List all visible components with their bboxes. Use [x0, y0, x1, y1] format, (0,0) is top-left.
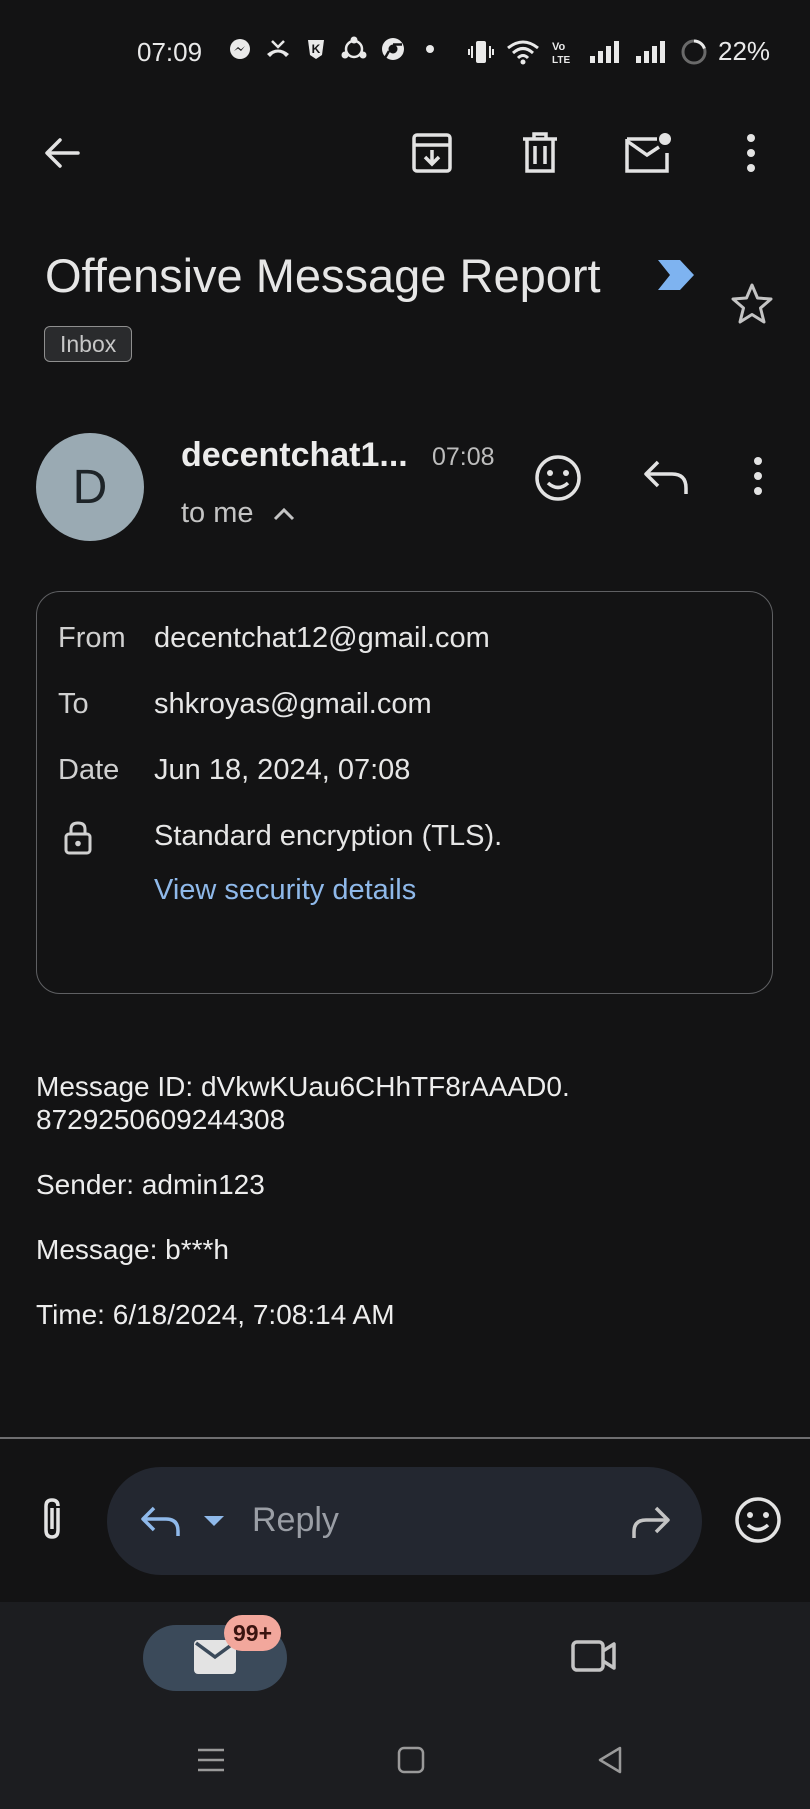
reply-placeholder[interactable]: Reply [252, 1501, 339, 1540]
mark-unread-button[interactable] [618, 123, 678, 183]
svg-text:LTE: LTE [552, 55, 570, 66]
delete-icon [523, 132, 557, 173]
forward-button[interactable] [628, 1500, 674, 1544]
status-time: 07:09 [137, 37, 203, 67]
label-chip-inbox[interactable]: Inbox [44, 326, 133, 362]
svg-text:K: K [312, 42, 321, 56]
from-value: decentchat12@gmail.com [154, 622, 490, 654]
encryption-status: Standard encryption (TLS). [154, 820, 503, 852]
email-subject: Offensive Message Report [45, 249, 601, 302]
delete-button[interactable] [510, 123, 570, 183]
signal-icon [588, 39, 624, 65]
more-vert-icon [754, 457, 762, 495]
reply-icon [644, 460, 688, 494]
importance-label-icon [656, 258, 696, 292]
back-arrow-icon [45, 138, 80, 168]
lock-icon [63, 820, 93, 856]
attach-button[interactable] [38, 1496, 68, 1542]
battery-icon [680, 38, 708, 66]
reply-type-selector[interactable] [138, 1500, 234, 1544]
menu-icon [198, 1748, 224, 1772]
archive-icon [412, 133, 452, 173]
bottom-navigation [0, 1602, 810, 1809]
from-label: From [58, 622, 126, 654]
volte-icon: Vo LTE [550, 38, 578, 66]
to-me-label: to me [181, 497, 254, 529]
more-options-button[interactable] [721, 123, 781, 183]
date-value: Jun 18, 2024, 07:08 [154, 754, 411, 786]
message-more-button[interactable] [752, 456, 764, 496]
attachment-icon [44, 1498, 60, 1539]
emoji-icon [735, 1497, 781, 1543]
missed-call-icon [264, 37, 292, 61]
system-back-button[interactable] [596, 1745, 624, 1775]
mark-unread-icon [625, 133, 671, 173]
body-message-id: Message ID: dVkwKUau6CHhTF8rAAAD0. [36, 1071, 570, 1102]
wifi-icon [506, 38, 540, 66]
more-vert-icon [747, 134, 755, 172]
unread-count-badge: 99+ [224, 1615, 282, 1651]
email-time: 07:08 [432, 443, 495, 471]
divider [0, 1437, 810, 1439]
avatar[interactable]: D [36, 433, 144, 541]
home-square-icon [397, 1746, 425, 1774]
recent-apps-button[interactable] [196, 1746, 226, 1774]
messenger-icon [228, 37, 252, 61]
vibrate-icon [466, 38, 496, 66]
archive-button[interactable] [402, 123, 462, 183]
reply-button[interactable] [640, 452, 692, 502]
chrome-icon [380, 36, 406, 62]
to-value: shkroyas@gmail.com [154, 688, 432, 720]
add-reaction-button[interactable] [530, 450, 586, 506]
home-button[interactable] [397, 1746, 425, 1774]
video-camera-icon [571, 1640, 616, 1672]
back-button[interactable] [32, 123, 92, 183]
date-label: Date [58, 754, 120, 786]
recipients-toggle[interactable]: to me [181, 497, 296, 530]
battery-percent: 22% [718, 36, 771, 66]
body-sender: Sender: admin123 [36, 1169, 265, 1200]
emoji-reaction-button[interactable] [731, 1493, 785, 1547]
to-label: To [58, 688, 89, 720]
star-icon [731, 283, 773, 324]
dot-icon [418, 37, 442, 61]
back-triangle-icon [598, 1746, 622, 1774]
nav-meet-tab[interactable] [570, 1637, 618, 1675]
share-app-icon [340, 36, 368, 62]
chevron-up-icon [273, 507, 294, 520]
star-button[interactable] [730, 282, 774, 324]
security-details-link[interactable]: View security details [154, 874, 416, 907]
body-message: Message: b***h [36, 1234, 230, 1265]
sender-name: decentchat1... [181, 436, 408, 474]
k-app-icon: K [304, 37, 328, 61]
body-time: Time: 6/18/2024, 7:08:14 AM [36, 1299, 395, 1330]
reply-icon [141, 1506, 224, 1536]
forward-icon [632, 1506, 670, 1538]
status-bar: 07:09 K Vo LTE 22% [0, 30, 810, 74]
body-message-id-cont: 8729250609244308 [36, 1104, 286, 1135]
svg-text:Vo: Vo [552, 41, 566, 53]
emoji-icon [535, 455, 581, 501]
signal-icon [634, 39, 670, 65]
